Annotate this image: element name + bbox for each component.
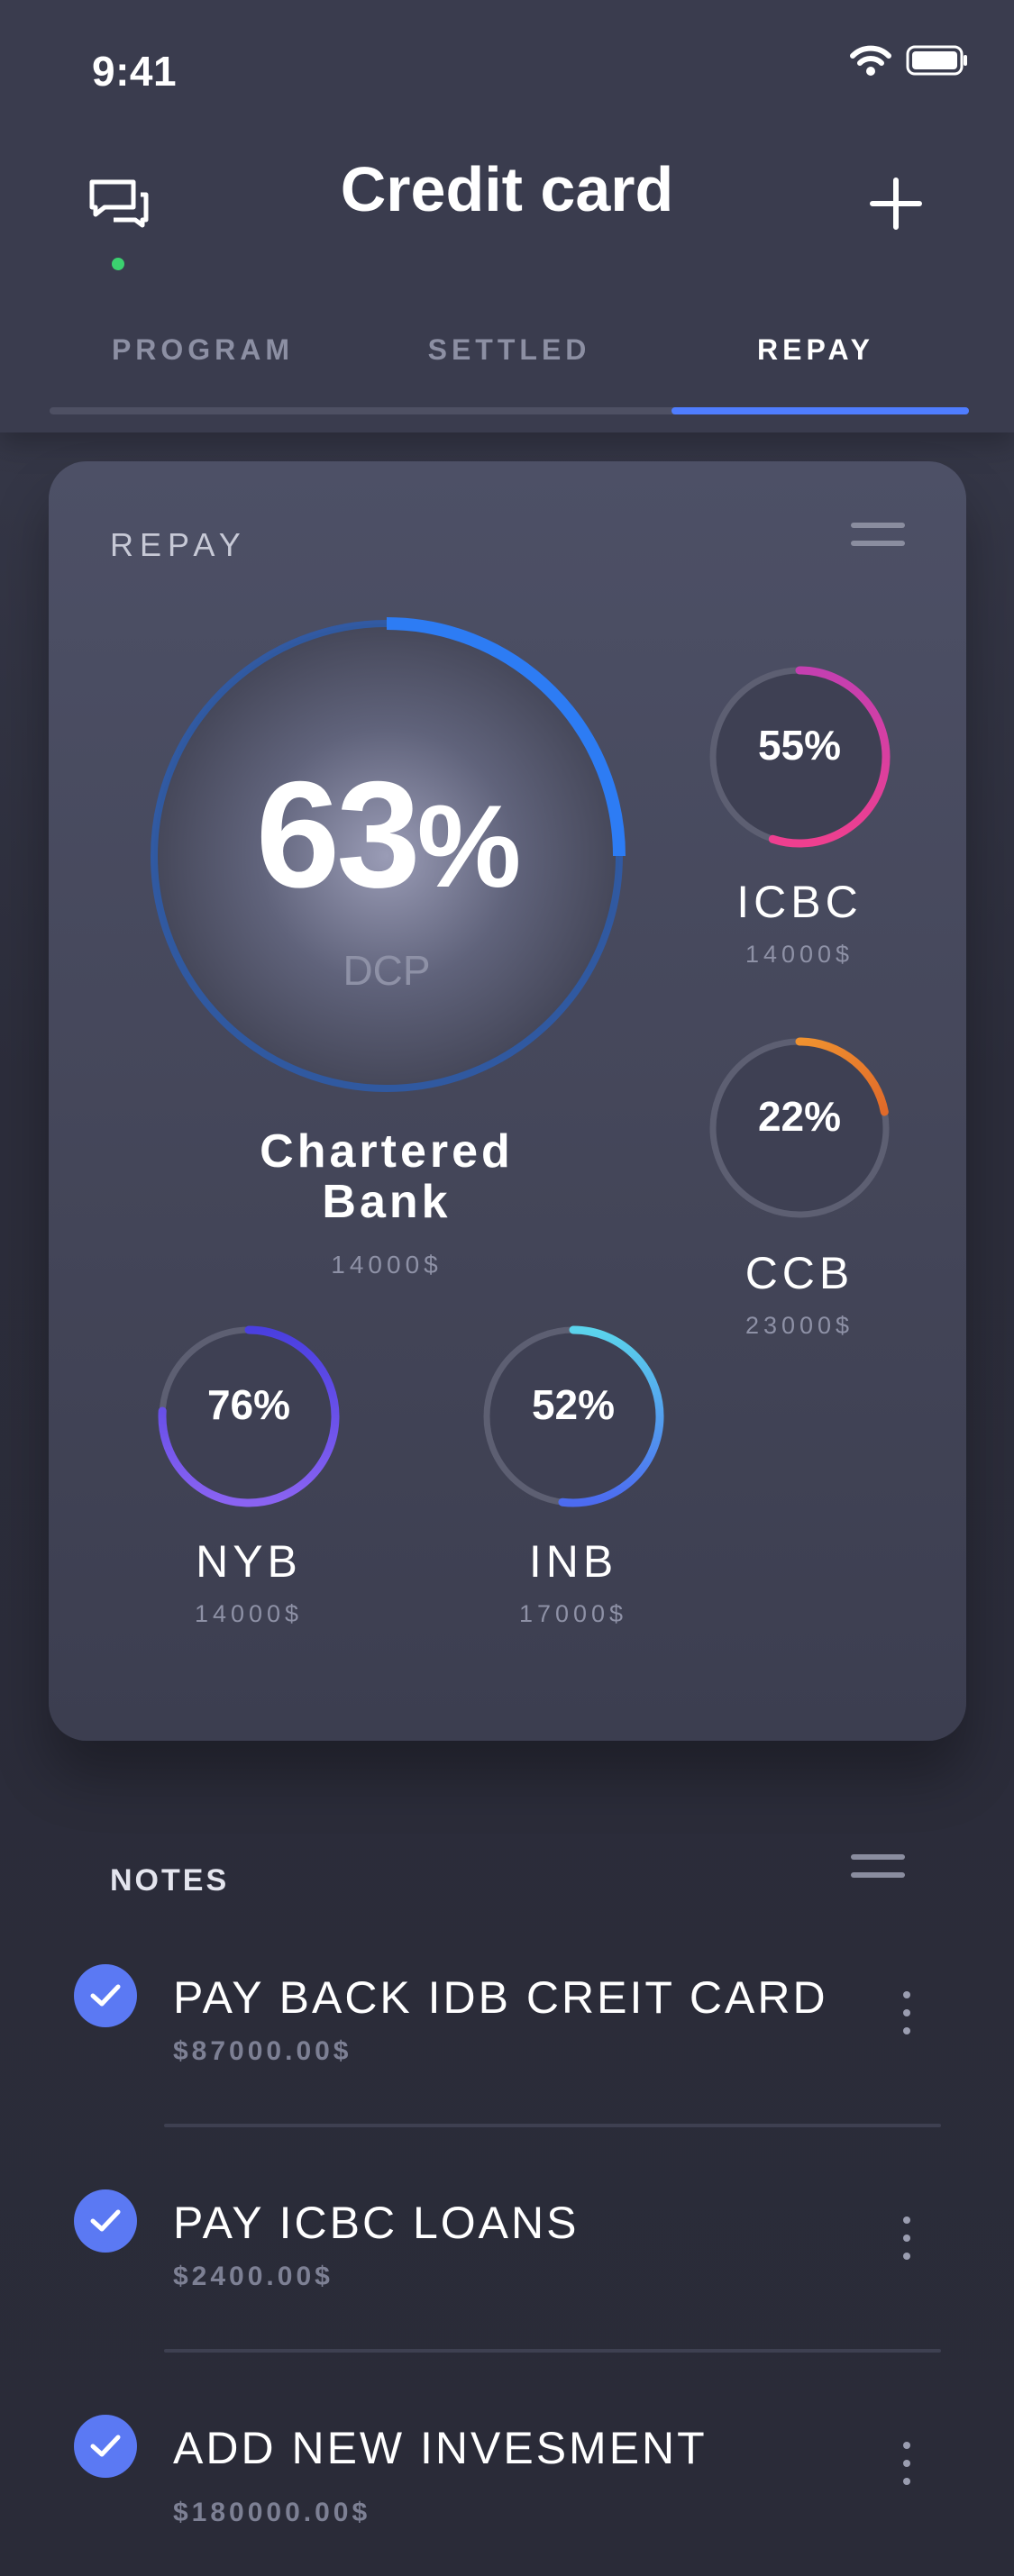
name-inb: INB — [528, 1536, 618, 1587]
note-item[interactable]: PAY ICBC LOANS $2400.00$ — [0, 2171, 1014, 2352]
notes-menu-icon[interactable] — [851, 1854, 905, 1881]
more-vertical-icon[interactable] — [903, 2216, 912, 2262]
main-percentage: 63% — [143, 759, 630, 910]
main-percentage-unit: % — [416, 780, 522, 912]
percent-nyb: 76% — [206, 1381, 291, 1428]
battery-icon — [906, 45, 967, 76]
status-time: 9:41 — [92, 48, 178, 95]
note-amount: $87000.00$ — [173, 2036, 352, 2066]
name-ccb: CCB — [745, 1248, 854, 1298]
name-icbc: ICBC — [736, 877, 863, 927]
page-title: Credit card — [340, 154, 674, 224]
more-vertical-icon[interactable] — [903, 1991, 912, 2036]
note-title: ADD NEW INVESMENT — [173, 2423, 708, 2473]
card-title: REPAY — [110, 526, 247, 563]
amount-inb: 17000$ — [518, 1600, 628, 1627]
menu-icon[interactable] — [851, 523, 905, 550]
percent-inb: 52% — [531, 1381, 616, 1428]
percent-icbc: 55% — [757, 722, 842, 769]
main-bank-name-line2: Bank — [322, 1176, 452, 1228]
tab-bar: PROGRAM SETTLED REPAY — [50, 333, 969, 405]
tab-settled[interactable]: SETTLED — [356, 333, 662, 367]
note-title: PAY ICBC LOANS — [173, 2198, 580, 2248]
note-title: PAY BACK IDB CREIT CARD — [173, 1972, 828, 2023]
amount-nyb: 14000$ — [194, 1600, 304, 1627]
check-icon[interactable] — [74, 1964, 137, 2027]
tab-program[interactable]: PROGRAM — [50, 333, 356, 367]
note-item[interactable]: ADD NEW INVESMENT $180000.00$ — [0, 2397, 1014, 2576]
tab-active-indicator — [671, 407, 969, 414]
amount-icbc: 14000$ — [745, 941, 854, 968]
more-vertical-icon[interactable] — [903, 2442, 912, 2487]
page: 9:41 Credit card PROGRAM SETTLED REPAY R… — [0, 0, 1014, 2576]
main-percentage-value: 63 — [255, 750, 421, 919]
bank-stat-ccb[interactable]: 22% CCB 23000$ — [700, 1029, 899, 1340]
divider — [164, 2124, 941, 2127]
divider — [164, 2349, 941, 2353]
percent-ccb: 22% — [757, 1093, 842, 1140]
bank-stat-nyb[interactable]: 76% NYB 14000$ — [150, 1317, 348, 1628]
name-nyb: NYB — [196, 1536, 302, 1587]
note-item[interactable]: PAY BACK IDB CREIT CARD $87000.00$ — [0, 1946, 1014, 2126]
note-amount: $2400.00$ — [173, 2262, 333, 2291]
bank-stat-icbc[interactable]: 55% ICBC 14000$ — [700, 658, 899, 969]
amount-ccb: 23000$ — [745, 1312, 854, 1339]
wifi-icon — [850, 45, 891, 76]
notes-title: NOTES — [110, 1863, 230, 1898]
online-status-dot — [112, 258, 124, 270]
main-bank-name: Chartered Bank — [206, 1126, 567, 1227]
note-amount: $180000.00$ — [173, 2498, 371, 2527]
repay-card: REPAY 63% DCP Chartered Bank 14000$ 55% … — [49, 461, 966, 1741]
plus-icon[interactable] — [869, 177, 923, 231]
main-bank-amount: 14000$ — [331, 1251, 443, 1279]
check-icon[interactable] — [74, 2415, 137, 2478]
header: 9:41 Credit card PROGRAM SETTLED REPAY — [0, 0, 1014, 432]
tab-repay[interactable]: REPAY — [662, 333, 969, 367]
main-bank-name-line1: Chartered — [260, 1125, 514, 1178]
bank-stat-inb[interactable]: 52% INB 17000$ — [474, 1317, 672, 1628]
main-label: DCP — [343, 947, 431, 994]
check-icon[interactable] — [74, 2189, 137, 2253]
